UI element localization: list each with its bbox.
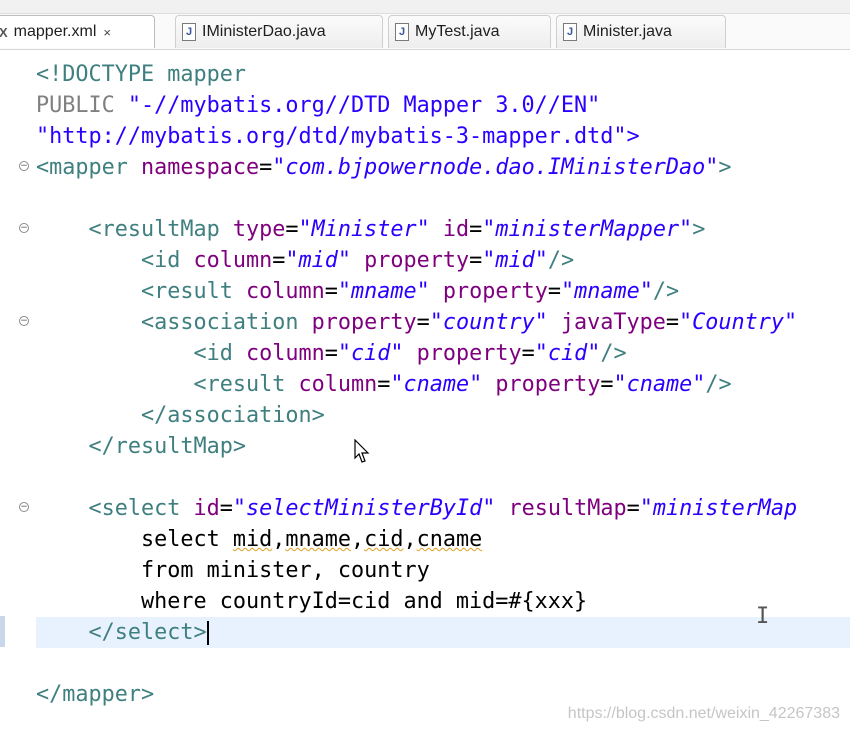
text-caret	[206, 621, 209, 645]
fold-toggle-icon[interactable]: −	[19, 223, 29, 233]
code-line: <association property="country" javaType…	[140, 310, 798, 335]
code-line: <result column="cname" property="cname"/…	[193, 372, 732, 397]
type-value: "Minister"	[298, 217, 430, 242]
resultmap-tag: <resultMap	[88, 217, 220, 242]
select-tag: <select	[88, 496, 181, 521]
javatype-attr: javaType	[547, 310, 666, 335]
code-line: select mid,mname,cid,cname	[140, 527, 483, 552]
sql-column: cid	[364, 527, 404, 552]
code-line: </mapper>	[36, 679, 154, 710]
editor-tab-bar: X mapper.xml × J IMinisterDao.java J MyT…	[0, 0, 850, 50]
watermark: https://blog.csdn.net/weixin_42267383	[567, 705, 840, 722]
sql-column: mname	[285, 527, 351, 552]
code-line: where countryId=cid and mid=#{xxx}	[36, 586, 587, 617]
id-tag: <id	[140, 248, 181, 273]
code-line: <id column="cid" property="cid"/>	[193, 341, 627, 366]
tab-iministerdao-java[interactable]: J IMinisterDao.java	[175, 15, 383, 48]
sql-column: mid	[232, 527, 273, 552]
code-line: <!DOCTYPE mapper	[36, 59, 246, 90]
code-line: <result column="mname" property="mname"/…	[140, 279, 680, 304]
namespace-attr: namespace	[127, 155, 260, 180]
current-code-line: </select>	[36, 617, 850, 648]
fold-toggle-icon[interactable]: −	[19, 316, 29, 326]
xml-file-icon: X	[0, 24, 8, 40]
sql-where-clause: where countryId=cid and mid=#{xxx}	[140, 589, 588, 614]
xml-code-editor[interactable]: <!DOCTYPE mapper PUBLIC "-//mybatis.org/…	[36, 50, 850, 731]
resultmap-id-value: "ministerMapper"	[482, 217, 693, 242]
code-line: </resultMap>	[36, 431, 246, 462]
tab-label: MyTest.java	[415, 23, 500, 40]
java-file-icon: J	[395, 23, 409, 41]
editor-ruler: − − − −	[0, 50, 36, 731]
column-value: "mid"	[285, 248, 351, 273]
tab-label: Minister.java	[583, 23, 672, 40]
property-attr: property	[350, 248, 470, 273]
column-value: "mname"	[337, 279, 430, 304]
java-file-icon: J	[563, 23, 577, 41]
sql-from-clause: from minister, country	[140, 558, 430, 583]
public-keyword: PUBLIC	[36, 93, 128, 118]
public-id: "-//mybatis.org//DTD Mapper 3.0//EN"	[127, 93, 601, 118]
association-tag: <association	[140, 310, 299, 335]
tab-label: IMinisterDao.java	[202, 23, 326, 40]
id-attr: id	[180, 496, 220, 521]
current-line-marker	[0, 616, 5, 647]
select-resultmap-value: "ministerMap	[639, 496, 798, 521]
resultmap-attr: resultMap	[495, 496, 627, 521]
result-tag: <result	[140, 279, 233, 304]
title-strip	[0, 0, 850, 14]
resultmap-close-tag: </resultMap>	[88, 434, 246, 459]
select-id-value: "selectMinisterById"	[232, 496, 496, 521]
property-attr: property	[482, 372, 601, 397]
column-attr: column	[285, 372, 378, 397]
property-value: "mid"	[482, 248, 548, 273]
column-attr: column	[180, 248, 273, 273]
code-line: "http://mybatis.org/dtd/mybatis-3-mapper…	[36, 121, 640, 152]
javatype-value: "Country"	[679, 310, 798, 335]
id-attr: id	[429, 217, 470, 242]
column-attr: column	[232, 341, 325, 366]
java-file-icon: J	[182, 23, 196, 41]
code-line: PUBLIC "-//mybatis.org//DTD Mapper 3.0//…	[36, 90, 600, 121]
mouse-pointer-icon	[354, 439, 370, 463]
property-attr: property	[429, 279, 548, 304]
namespace-value: "com.bjpowernode.dao.IMinisterDao"	[272, 155, 719, 180]
system-id: "http://mybatis.org/dtd/mybatis-3-mapper…	[36, 124, 640, 149]
association-close-tag: </association>	[140, 403, 325, 428]
property-value: "cname"	[613, 372, 706, 397]
property-value: "country"	[429, 310, 548, 335]
tab-minister-java[interactable]: J Minister.java	[556, 15, 726, 48]
column-value: "cid"	[337, 341, 404, 366]
code-line: </association>	[36, 400, 325, 431]
column-attr: column	[232, 279, 325, 304]
property-value: "cid"	[534, 341, 601, 366]
tab-mapper-xml[interactable]: X mapper.xml ×	[0, 15, 155, 48]
mapper-tag: <mapper	[36, 155, 128, 180]
code-line: <mapper namespace="com.bjpowernode.dao.I…	[36, 155, 732, 180]
property-attr: property	[298, 310, 417, 335]
close-tab-icon[interactable]: ×	[103, 25, 111, 40]
select-close-tag: </select>	[88, 620, 207, 645]
column-value: "cname"	[390, 372, 483, 397]
tab-mytest-java[interactable]: J MyTest.java	[388, 15, 551, 48]
text-cursor-icon: I	[756, 604, 770, 629]
tab-label: mapper.xml	[13, 23, 97, 40]
sql-select-keyword: select	[140, 527, 233, 552]
code-line: <resultMap type="Minister" id="ministerM…	[88, 217, 706, 242]
sql-column: cname	[416, 527, 483, 552]
property-attr: property	[403, 341, 522, 366]
doctype-text: <!DOCTYPE mapper	[36, 62, 246, 87]
result-tag: <result	[193, 372, 286, 397]
fold-toggle-icon[interactable]: −	[19, 161, 29, 171]
id-tag: <id	[193, 341, 233, 366]
property-value: "mname"	[560, 279, 653, 304]
code-line: from minister, country	[36, 555, 430, 586]
code-line: <id column="mid" property="mid"/>	[140, 248, 575, 273]
type-attr: type	[219, 217, 286, 242]
fold-toggle-icon[interactable]: −	[19, 502, 29, 512]
code-line: <select id="selectMinisterById" resultMa…	[88, 496, 798, 521]
mapper-close-tag: </mapper>	[36, 682, 155, 707]
